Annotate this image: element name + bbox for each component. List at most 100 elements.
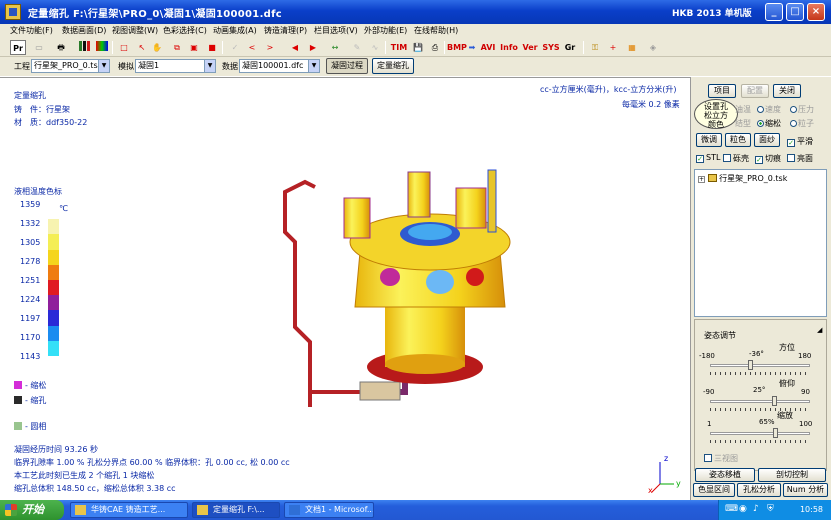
stl-checkbox[interactable]: ✓ STL [696, 153, 720, 163]
project-select[interactable]: 行星架_PRO_0.tsk ▼ [31, 59, 110, 73]
task-shrink[interactable]: 定量缩孔 F:\... [192, 502, 280, 518]
smooth-checkbox[interactable]: ✓ 平滑 [787, 136, 813, 147]
grid-icon[interactable]: ▦ [625, 40, 639, 55]
config-button[interactable]: 配置 [741, 84, 769, 98]
volume-icon[interactable]: ♪ [753, 504, 759, 514]
bmp-button[interactable]: BMP [447, 40, 467, 55]
play-icon[interactable]: ▶ [306, 40, 320, 55]
maximize-button[interactable]: □ [786, 3, 804, 21]
keyboard-icon[interactable]: ⌨ [725, 504, 738, 514]
next-icon[interactable]: > [263, 40, 277, 55]
menu-color[interactable]: 色彩选择(C) [163, 25, 207, 36]
cube-icon[interactable]: ▣ [187, 40, 201, 55]
stat-time: 凝固经历时间 93.26 秒 [14, 445, 98, 454]
bright-checkbox[interactable]: 亮面 [787, 153, 813, 164]
menu-help[interactable]: 在线帮助(H) [414, 25, 458, 36]
particle-color-button[interactable]: 粒色 [725, 133, 751, 147]
orient-slider-thumb[interactable] [748, 360, 753, 370]
info-button[interactable]: Info [500, 40, 518, 55]
project-tree[interactable]: + 行星架_PRO_0.tsk [694, 169, 827, 317]
chevron-down-icon: ▼ [204, 60, 215, 72]
zoom-label: 缩放 [777, 411, 793, 420]
start-button[interactable]: 开始 [0, 500, 64, 520]
solidify-process-button[interactable]: 凝固过程 [326, 58, 368, 74]
orient-slider-track[interactable] [710, 364, 810, 367]
collapse-icon[interactable]: ◢ [817, 326, 822, 334]
color-range-button[interactable]: 色显区间 [693, 483, 735, 497]
cut-checkbox[interactable]: ✓ 切痕 [755, 153, 781, 164]
print-icon[interactable]: 🖶 [54, 40, 68, 55]
mark-label: - 缩孔 [25, 396, 47, 405]
zoom-slider-track[interactable] [710, 432, 810, 435]
shrink-quant-button[interactable]: 定量缩孔 [372, 58, 414, 74]
radio-particle[interactable]: 粒子 [790, 118, 814, 129]
close-panel-button[interactable]: 关闭 [773, 84, 801, 98]
close-button[interactable]: × [807, 3, 825, 21]
shell-checkbox[interactable]: 砾壳 [723, 153, 749, 164]
radio-speed[interactable]: 速度 [757, 104, 781, 115]
network-icon[interactable]: ◉ [739, 504, 747, 514]
project-button[interactable]: 项目 [708, 84, 736, 98]
tim-button[interactable]: TIM [389, 40, 409, 55]
hole-analysis-button[interactable]: 孔松分析 [737, 483, 781, 497]
avi-button[interactable]: AVI [480, 40, 496, 55]
export-icon[interactable]: ⎙ [428, 40, 442, 55]
sys-button[interactable]: SYS [542, 40, 560, 55]
cut-control-button[interactable]: 剖切控制 [758, 468, 826, 482]
check-icon[interactable]: ✓ [228, 40, 242, 55]
arrow-right-icon[interactable]: ➡ [465, 40, 479, 55]
eraser-icon[interactable]: ◈ [646, 40, 660, 55]
expand-icon[interactable]: + [698, 176, 705, 183]
radio-shrink-loose[interactable]: 缩松 [757, 118, 781, 129]
security-icon[interactable]: ⛨ [767, 504, 774, 514]
menu-external[interactable]: 外部功能(E) [364, 25, 407, 36]
app-icon[interactable] [5, 4, 21, 20]
rewind-icon[interactable]: ◀ [288, 40, 302, 55]
casting-model[interactable] [270, 142, 520, 412]
pitch-slider-track[interactable] [710, 400, 810, 403]
sim-select[interactable]: 凝固1 ▼ [135, 59, 216, 73]
save-icon[interactable]: 💾 [411, 40, 425, 55]
pr-button[interactable]: Pr [10, 40, 26, 55]
key-icon[interactable]: ⚿ [588, 40, 602, 55]
menu-view[interactable]: 视图调整(W) [112, 25, 158, 36]
page-icon[interactable]: ▭ [32, 40, 46, 55]
pose-transfer-button[interactable]: 姿态移植 [695, 468, 755, 482]
rect-select-icon[interactable]: □ [117, 40, 131, 55]
veil-button[interactable]: 面纱 [754, 133, 780, 147]
menu-casting[interactable]: 铸造清理(P) [264, 25, 307, 36]
minimize-button[interactable]: _ [765, 3, 783, 21]
ver-button[interactable]: Ver [522, 40, 538, 55]
legend-value: 1170 [20, 333, 41, 342]
wave-icon[interactable]: ∿ [368, 40, 382, 55]
radio-shape[interactable]: 结型 [735, 118, 751, 129]
pointer-icon[interactable]: ↖ [135, 40, 149, 55]
data-select[interactable]: 凝固100001.dfc ▼ [239, 59, 320, 73]
range-icon[interactable]: ↔ [328, 40, 342, 55]
gr-button[interactable]: Gr [563, 40, 577, 55]
hand-icon[interactable]: ✋ [150, 40, 164, 55]
task-cae[interactable]: 华铸CAE 铸造工艺... [70, 502, 188, 518]
menu-animation[interactable]: 动画集成(A) [213, 25, 257, 36]
fine-tune-button[interactable]: 微调 [696, 133, 722, 147]
num-analysis-button[interactable]: Num 分析 [783, 483, 828, 497]
menu-data[interactable]: 数据画面(D) [62, 25, 106, 36]
menu-columns[interactable]: 栏目选项(V) [314, 25, 358, 36]
palette-icon[interactable] [95, 40, 109, 55]
pitch-slider-thumb[interactable] [771, 396, 777, 406]
color-bars-icon[interactable] [78, 40, 92, 55]
radio-oil-temp[interactable]: 油温 [735, 104, 751, 115]
three-view-checkbox[interactable]: 三视图 [704, 453, 738, 464]
layers-icon[interactable]: ⧉ [170, 40, 184, 55]
pen-icon[interactable]: ✎ [350, 40, 364, 55]
task-word[interactable]: 文档1 - Microsof... [284, 502, 374, 518]
fill-icon[interactable]: ■ [205, 40, 219, 55]
tree-item-root[interactable]: + 行星架_PRO_0.tsk [698, 173, 787, 184]
menu-file[interactable]: 文件功能(F) [10, 25, 53, 36]
crosshair-icon[interactable]: + [606, 40, 620, 55]
zoom-slider-thumb[interactable] [772, 428, 778, 438]
prev-icon[interactable]: < [245, 40, 259, 55]
radio-pressure[interactable]: 压力 [790, 104, 814, 115]
material-name: 材 质：ddf350-22 [14, 118, 88, 127]
render-viewport[interactable]: 定量缩孔 铸 件：行星架 材 质：ddf350-22 cc-立方厘米(毫升)，k… [0, 77, 690, 500]
